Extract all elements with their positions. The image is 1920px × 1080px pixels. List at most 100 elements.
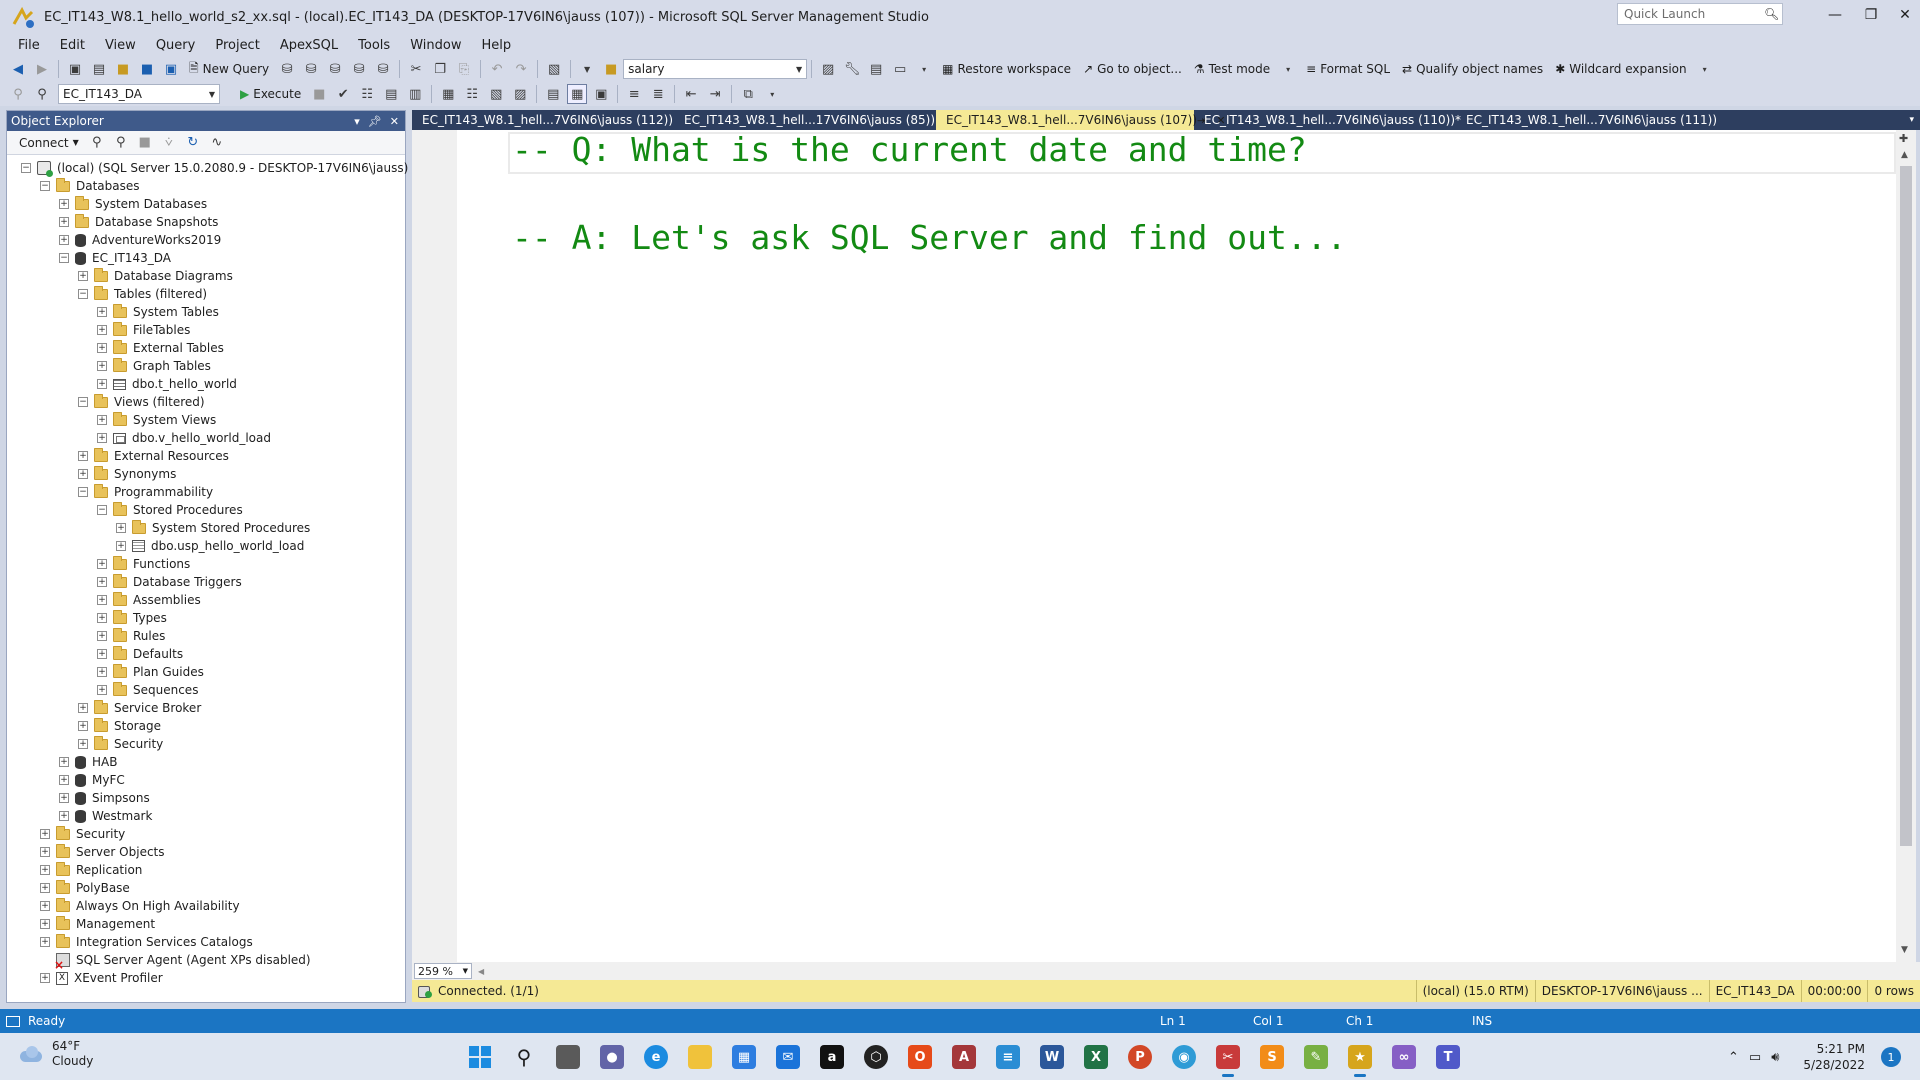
- file-explorer-button[interactable]: [682, 1039, 718, 1075]
- increase-indent-icon[interactable]: ⇥: [705, 84, 725, 104]
- tree-node[interactable]: + X XEvent Profiler: [7, 969, 405, 987]
- activity-monitor-icon[interactable]: ∿: [207, 133, 227, 153]
- find-in-files-icon[interactable]: ■: [601, 59, 621, 79]
- toolbar-overflow-icon[interactable]: ▾: [762, 84, 782, 104]
- expand-toggle-icon[interactable]: +: [59, 811, 69, 821]
- parse-checkmark-icon[interactable]: ✔: [333, 84, 353, 104]
- expand-toggle-icon[interactable]: +: [40, 883, 50, 893]
- tree-node[interactable]: + External Tables: [7, 339, 405, 357]
- stop-icon[interactable]: ■: [135, 133, 155, 153]
- tree-node[interactable]: + Security: [7, 825, 405, 843]
- menu-query[interactable]: Query: [146, 38, 206, 53]
- expand-toggle-icon[interactable]: +: [40, 901, 50, 911]
- split-window-icon[interactable]: ✚: [1899, 132, 1908, 145]
- solution-config-icon[interactable]: ▧: [544, 59, 564, 79]
- dropdown-arrow-icon[interactable]: ▼: [577, 59, 597, 79]
- restore-workspace-button[interactable]: ▦ Restore workspace: [936, 62, 1077, 76]
- expand-toggle-icon[interactable]: +: [59, 775, 69, 785]
- doc-tab[interactable]: EC_IT143_W8.1_hell...7V6IN6\jauss (111)): [1456, 110, 1718, 130]
- scrollbar-thumb[interactable]: [1900, 166, 1912, 846]
- clock[interactable]: 5:21 PM 5/28/2022: [1803, 1041, 1865, 1073]
- database-combo[interactable]: EC_IT143_DA ▼: [58, 84, 220, 104]
- wildcard-expansion-button[interactable]: ✱ Wildcard expansion: [1549, 62, 1692, 76]
- search-taskbar-button[interactable]: ⚲: [506, 1039, 542, 1075]
- execute-button[interactable]: ▶ Execute: [234, 87, 307, 101]
- expand-toggle-icon[interactable]: +: [97, 415, 107, 425]
- expand-toggle-icon[interactable]: +: [97, 685, 107, 695]
- disconnect-icon[interactable]: ⚲: [111, 133, 131, 153]
- connect-dropdown-button[interactable]: Connect ▼: [13, 136, 85, 150]
- qualify-object-names-button[interactable]: ⇄ Qualify object names: [1396, 62, 1549, 76]
- tree-node[interactable]: + dbo.t_hello_world: [7, 375, 405, 393]
- doc-tab[interactable]: EC_IT143_W8.1_hell...7V6IN6\jauss (110))…: [1194, 110, 1461, 130]
- tree-node[interactable]: + dbo.v_hello_world_load: [7, 429, 405, 447]
- expand-toggle-icon[interactable]: +: [97, 595, 107, 605]
- tree-node[interactable]: + dbo.usp_hello_world_load: [7, 537, 405, 555]
- expand-toggle-icon[interactable]: +: [97, 613, 107, 623]
- code-line-1[interactable]: -- Q: What is the current date and time?: [512, 130, 1307, 169]
- teams-button[interactable]: T: [1430, 1039, 1466, 1075]
- collapse-toggle-icon[interactable]: −: [78, 487, 88, 497]
- collapse-toggle-icon[interactable]: −: [78, 289, 88, 299]
- db-engine-query-icon[interactable]: ⛁: [277, 59, 297, 79]
- format-sql-button[interactable]: ≡ Format SQL: [1300, 62, 1396, 76]
- expand-toggle-icon[interactable]: +: [78, 271, 88, 281]
- tree-node[interactable]: + Synonyms: [7, 465, 405, 483]
- live-query-stats-icon[interactable]: ▧: [486, 84, 506, 104]
- copy-icon[interactable]: ❐: [430, 59, 450, 79]
- go-to-object-button[interactable]: ↗ Go to object...: [1077, 62, 1188, 76]
- tree-node[interactable]: − EC_IT143_DA: [7, 249, 405, 267]
- excel-button[interactable]: X: [1078, 1039, 1114, 1075]
- tab-overflow-icon[interactable]: ▾: [1909, 115, 1914, 125]
- test-mode-button[interactable]: ⚗ Test mode: [1188, 62, 1276, 76]
- decrease-indent-icon[interactable]: ⇤: [681, 84, 701, 104]
- tree-node[interactable]: + Replication: [7, 861, 405, 879]
- collapse-toggle-icon[interactable]: −: [78, 397, 88, 407]
- tree-node[interactable]: + Sequences: [7, 681, 405, 699]
- menu-view[interactable]: View: [95, 38, 146, 53]
- uncomment-lines-icon[interactable]: ≣: [648, 84, 668, 104]
- expand-toggle-icon[interactable]: +: [59, 793, 69, 803]
- expand-toggle-icon[interactable]: +: [97, 559, 107, 569]
- tree-node[interactable]: + AdventureWorks2019: [7, 231, 405, 249]
- task-view-button[interactable]: [550, 1039, 586, 1075]
- tree-node[interactable]: − Programmability: [7, 483, 405, 501]
- tree-node[interactable]: + Functions: [7, 555, 405, 573]
- word-button[interactable]: W: [1034, 1039, 1070, 1075]
- expand-toggle-icon[interactable]: +: [78, 739, 88, 749]
- notepad-button[interactable]: ≡: [990, 1039, 1026, 1075]
- tree-node[interactable]: + Integration Services Catalogs: [7, 933, 405, 951]
- undo-icon[interactable]: ↶: [487, 59, 507, 79]
- minimize-button[interactable]: —: [1816, 2, 1854, 28]
- save-icon[interactable]: ■: [137, 59, 157, 79]
- store-button[interactable]: ▦: [726, 1039, 762, 1075]
- collapse-toggle-icon[interactable]: −: [59, 253, 69, 263]
- query-designer-icon[interactable]: ▤: [381, 84, 401, 104]
- analysis-dmx-query-icon[interactable]: ⛁: [325, 59, 345, 79]
- access-button[interactable]: A: [946, 1039, 982, 1075]
- tree-node[interactable]: + FileTables: [7, 321, 405, 339]
- expand-toggle-icon[interactable]: +: [97, 577, 107, 587]
- toolbar-overflow-icon[interactable]: ▾: [1278, 59, 1298, 79]
- tree-node[interactable]: − (local) (SQL Server 15.0.2080.9 - DESKT…: [7, 159, 408, 177]
- expand-toggle-icon[interactable]: +: [97, 361, 107, 371]
- expand-toggle-icon[interactable]: +: [59, 235, 69, 245]
- output-window-icon[interactable]: [6, 1015, 20, 1027]
- expand-toggle-icon[interactable]: +: [40, 847, 50, 857]
- edge-button[interactable]: e: [638, 1039, 674, 1075]
- scroll-up-icon[interactable]: ▲: [1901, 150, 1908, 160]
- sublime-text-button[interactable]: S: [1254, 1039, 1290, 1075]
- tree-node[interactable]: + Westmark: [7, 807, 405, 825]
- start-button[interactable]: [462, 1039, 498, 1075]
- menu-file[interactable]: File: [8, 38, 50, 53]
- menu-tools[interactable]: Tools: [348, 38, 400, 53]
- editor-horizontal-scrollbar[interactable]: ◀: [472, 963, 1920, 979]
- tree-node[interactable]: + Rules: [7, 627, 405, 645]
- expand-toggle-icon[interactable]: +: [97, 325, 107, 335]
- doc-tab-active[interactable]: EC_IT143_W8.1_hell...7V6IN6\jauss (107))…: [936, 110, 1225, 130]
- display-estimated-plan-icon[interactable]: ☷: [357, 84, 377, 104]
- ssms-taskbar-button[interactable]: ★: [1342, 1039, 1378, 1077]
- expand-toggle-icon[interactable]: +: [40, 829, 50, 839]
- sql-editor[interactable]: -- Q: What is the current date and time?…: [412, 130, 1896, 962]
- new-query-button[interactable]: 🗎︎ New Query: [183, 59, 275, 80]
